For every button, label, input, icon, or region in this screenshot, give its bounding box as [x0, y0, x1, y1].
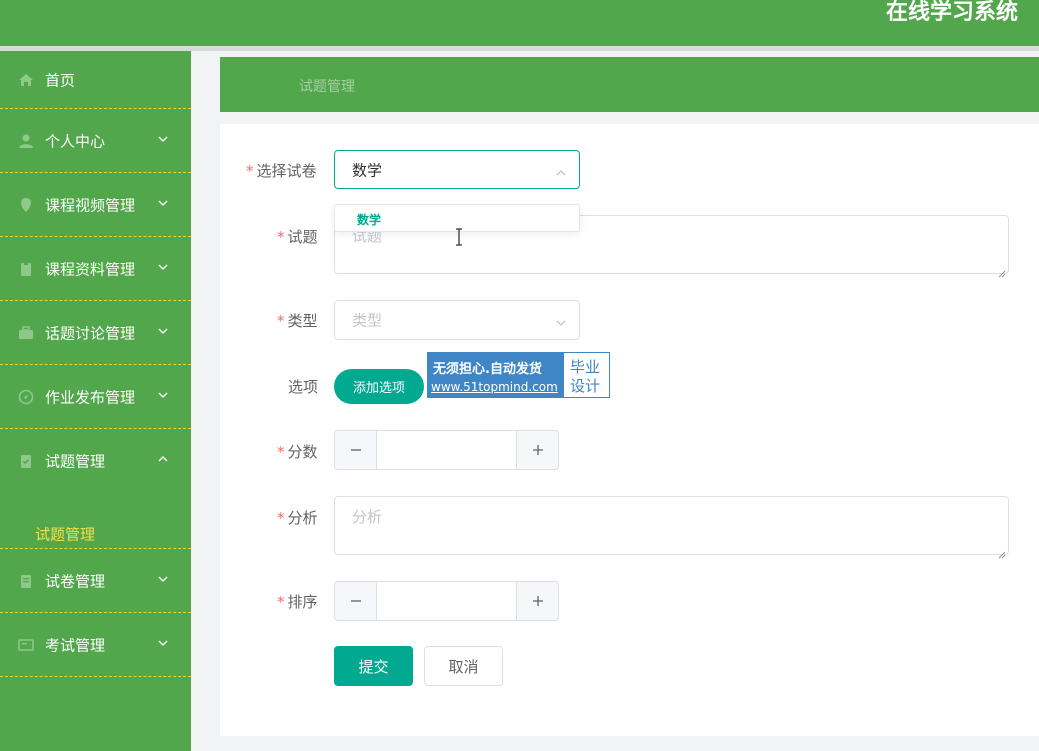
type-label: * 类型 [277, 312, 318, 330]
sidebar-item-homework[interactable]: 作业发布管理 [0, 365, 191, 429]
sidebar-item-label: 作业发布管理 [45, 388, 136, 406]
document-icon [17, 572, 35, 590]
required-mark: * [277, 593, 285, 611]
text-cursor-icon [454, 228, 464, 246]
type-select-placeholder: 类型 [352, 311, 383, 330]
chevron-down-icon [157, 389, 169, 401]
sidebar-item-label: 个人中心 [45, 132, 106, 150]
page-header: 试题管理 [220, 57, 1039, 112]
clipboard-icon [17, 260, 35, 278]
sidebar-item-course-video[interactable]: 课程视频管理 [0, 173, 191, 237]
sidebar-item-label: 话题讨论管理 [45, 324, 136, 342]
sidebar-item-label: 课程视频管理 [45, 196, 136, 214]
sidebar-item-exam-management[interactable]: 考试管理 [0, 613, 191, 677]
add-option-button[interactable]: 添加选项 [334, 369, 424, 404]
location-icon [17, 196, 35, 214]
sidebar-item-label: 考试管理 [45, 636, 106, 654]
decrease-button[interactable] [335, 582, 377, 620]
chevron-down-icon [157, 325, 169, 337]
paper-select[interactable]: 数学 [334, 150, 580, 189]
watermark-url: www.51topmind.com [431, 380, 558, 394]
sidebar-item-home[interactable]: 首页 [0, 51, 191, 109]
chevron-down-icon [157, 133, 169, 145]
required-mark: * [277, 228, 285, 246]
submenu-item-label: 试题管理 [35, 525, 96, 544]
sidebar-item-label: 首页 [45, 71, 76, 89]
sidebar-item-paper-management[interactable]: 试卷管理 [0, 549, 191, 613]
dropdown-option[interactable]: 数学 [357, 211, 381, 228]
chevron-down-icon [157, 637, 169, 649]
paper-label: * 选择试卷 [246, 162, 317, 180]
cancel-button[interactable]: 取消 [424, 646, 503, 686]
home-icon [17, 71, 35, 89]
submenu-item-question-management[interactable]: 试题管理 [0, 519, 191, 549]
breadcrumb: 试题管理 [299, 79, 355, 95]
chevron-down-icon [157, 573, 169, 585]
order-label: * 排序 [277, 593, 318, 611]
required-mark: * [277, 443, 285, 461]
analysis-label: * 分析 [277, 509, 318, 527]
score-label: * 分数 [277, 443, 318, 461]
app-title: 在线学习系统 [885, 0, 1018, 25]
compass-icon [17, 388, 35, 406]
options-label: 选项 [288, 378, 319, 396]
increase-button[interactable] [516, 431, 558, 469]
order-stepper [334, 581, 559, 621]
score-input[interactable] [378, 431, 516, 469]
watermark-line1: 无须担心.自动发货 [433, 362, 542, 377]
chevron-down-icon [555, 314, 567, 326]
minus-icon [350, 449, 361, 451]
sidebar: 首页 个人中心 课程视频管理 课程资料管理 话题讨论管理 作业发布管理 试题管理… [0, 51, 191, 751]
order-input[interactable] [378, 582, 516, 620]
sidebar-item-label: 试题管理 [45, 452, 106, 471]
watermark-right1: 毕业 [570, 358, 601, 376]
score-stepper [334, 430, 559, 470]
analysis-placeholder: 分析 [352, 508, 383, 526]
decrease-button[interactable] [335, 431, 377, 469]
question-label: * 试题 [277, 228, 318, 246]
sidebar-item-label: 试卷管理 [45, 572, 106, 590]
chevron-down-icon [157, 261, 169, 273]
sidebar-item-topic-discussion[interactable]: 话题讨论管理 [0, 301, 191, 365]
chevron-up-icon [157, 453, 169, 465]
sidebar-item-personal-center[interactable]: 个人中心 [0, 109, 191, 173]
top-header: 在线学习系统 [0, 0, 1039, 46]
chevron-up-icon [555, 164, 567, 176]
plus-icon [532, 445, 543, 455]
sidebar-item-question-management[interactable]: 试题管理 [0, 429, 191, 493]
analysis-textarea[interactable]: 分析 [334, 496, 1009, 559]
briefcase-icon [17, 324, 35, 342]
monitor-icon [17, 636, 35, 654]
chevron-down-icon [157, 197, 169, 209]
watermark-badge: 无须担心.自动发货 www.51topmind.com 毕业 设计 [427, 352, 610, 398]
user-icon [17, 132, 35, 150]
type-select[interactable]: 类型 [334, 300, 580, 340]
resize-grip-icon[interactable] [998, 544, 1006, 559]
minus-icon [350, 600, 361, 602]
increase-button[interactable] [516, 582, 558, 620]
required-mark: * [277, 509, 285, 527]
submit-button[interactable]: 提交 [334, 646, 413, 686]
paper-select-value: 数学 [352, 161, 383, 179]
checklist-icon [17, 452, 35, 470]
sidebar-item-course-material[interactable]: 课程资料管理 [0, 237, 191, 301]
required-mark: * [277, 312, 285, 330]
resize-grip-icon[interactable] [998, 263, 1006, 278]
required-mark: * [246, 162, 254, 180]
watermark-right2: 设计 [570, 377, 601, 395]
sidebar-item-label: 课程资料管理 [45, 260, 136, 278]
plus-icon [532, 596, 543, 606]
